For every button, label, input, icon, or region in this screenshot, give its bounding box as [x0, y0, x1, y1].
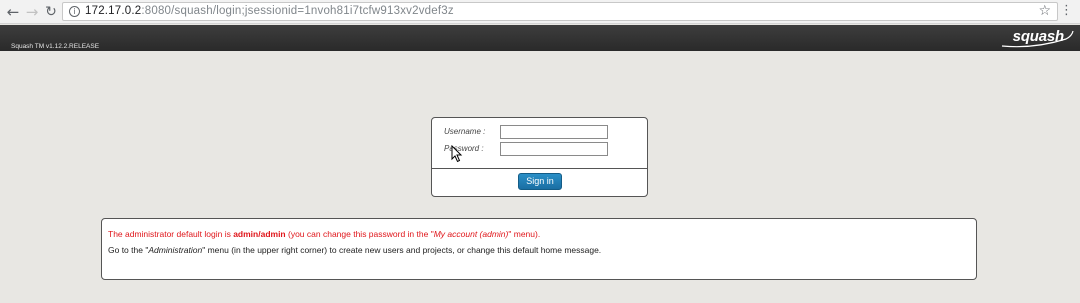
squash-logo: squash [994, 27, 1074, 49]
hint-text: Go to the " [108, 245, 149, 255]
reload-icon[interactable]: ↻ [42, 3, 60, 21]
sign-in-button[interactable]: Sign in [518, 173, 562, 190]
url-text[interactable]: 172.17.0.2:8080/squash/login;jsessionid=… [85, 5, 454, 17]
username-input[interactable] [500, 125, 608, 139]
form-divider [432, 168, 647, 169]
default-login-notice: The administrator default login is admin… [108, 229, 540, 239]
hint-text: " menu (in the upper right corner) to cr… [202, 245, 602, 255]
mouse-cursor-icon [451, 145, 463, 163]
arrow-right-icon[interactable]: → [23, 3, 41, 21]
notice-text: " menu). [508, 229, 541, 239]
logo-text: squash [1012, 28, 1065, 45]
url-path: :8080/squash/login;jsessionid=1nvoh81i7t… [141, 5, 454, 17]
notice-text: (you can change this password in the " [285, 229, 434, 239]
app-header: Squash TM v1.12.2.RELEASE squash [0, 25, 1080, 51]
administration-hint: Go to the "Administration" menu (in the … [108, 245, 601, 255]
default-credentials: admin/admin [233, 229, 286, 239]
password-label: Password : [444, 144, 484, 153]
username-label: Username : [444, 127, 486, 136]
username-row: Username : [444, 125, 634, 139]
url-host: 172.17.0.2 [85, 5, 142, 17]
app-version: Squash TM v1.12.2.RELEASE [11, 43, 100, 50]
browser-toolbar: ← → ↻ i 172.17.0.2:8080/squash/login;jse… [0, 0, 1080, 24]
administration-menu-ref: Administration [148, 245, 203, 255]
address-bar[interactable]: i 172.17.0.2:8080/squash/login;jsessioni… [62, 2, 1058, 21]
arrow-left-icon[interactable]: ← [4, 3, 22, 21]
info-icon[interactable]: i [69, 6, 80, 17]
login-form: Username : Password : Sign in [431, 117, 648, 197]
password-row: Password : [444, 142, 634, 156]
home-message: The administrator default login is admin… [101, 218, 977, 280]
kebab-menu-icon[interactable]: ⋮ [1060, 3, 1073, 18]
notice-text: The administrator default login is [108, 229, 234, 239]
star-icon[interactable]: ☆ [1038, 3, 1051, 19]
my-account-menu-ref: My account (admin) [433, 229, 509, 239]
password-input[interactable] [500, 142, 608, 156]
